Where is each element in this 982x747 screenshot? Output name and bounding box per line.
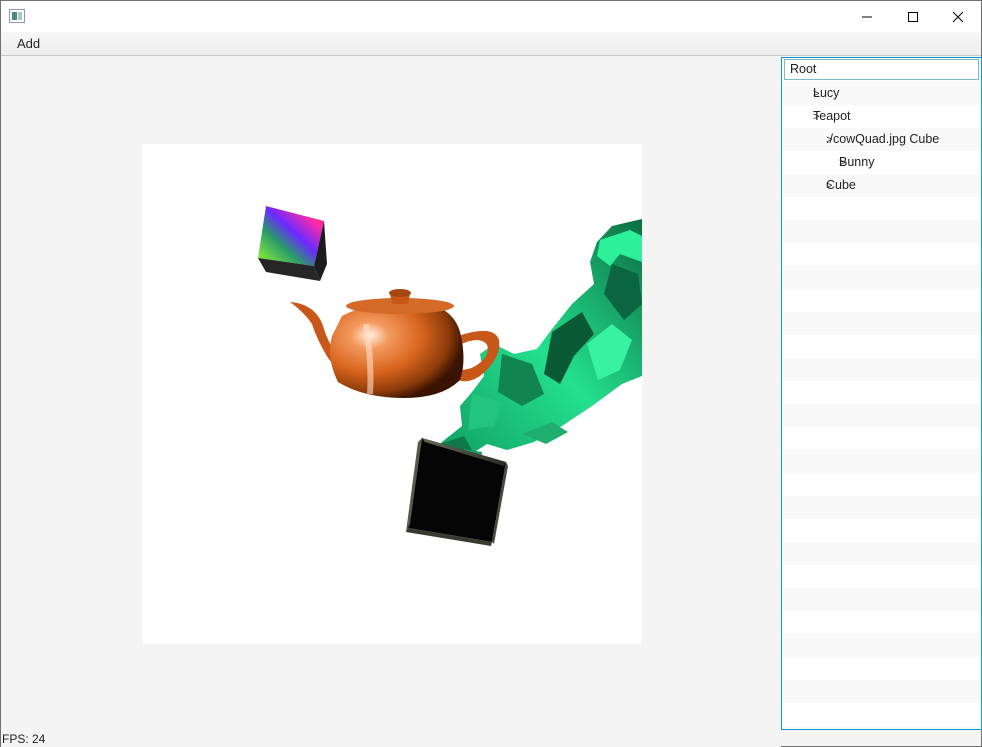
tree-item-label: Teapot: [813, 109, 851, 123]
expand-arrow-icon[interactable]: >: [782, 106, 819, 129]
title-bar[interactable]: [1, 1, 981, 32]
scene-render: [258, 206, 642, 546]
tree-empty-row: [782, 197, 981, 220]
tree-item-teapot[interactable]: >Teapot: [782, 105, 981, 128]
fps-counter: FPS: 24: [2, 732, 46, 746]
tree-empty-row: [782, 427, 981, 450]
cow-textured-cube: [406, 438, 508, 546]
expand-arrow-icon[interactable]: >: [782, 129, 832, 152]
expand-arrow-icon[interactable]: >: [782, 83, 819, 106]
tree-item-cube[interactable]: >Cube: [782, 174, 981, 197]
close-icon: [952, 11, 964, 22]
minimize-icon: [862, 16, 872, 17]
tree-empty-row: [782, 404, 981, 427]
tree-item-label: Lucy: [813, 86, 840, 100]
tree-empty-row: [782, 289, 981, 312]
scene-tree[interactable]: Root >Lucy >Teapot >./cowQuad.jpg Cube >…: [781, 57, 982, 730]
tree-empty-row: [782, 703, 981, 726]
tree-item-label: ./cowQuad.jpg Cube: [826, 132, 940, 146]
tree-empty-row: [782, 312, 981, 335]
tree-empty-row: [782, 381, 981, 404]
tree-empty-row: [782, 473, 981, 496]
tree-empty-row: [782, 450, 981, 473]
tree-empty-row: [782, 634, 981, 657]
rainbow-cube: [258, 206, 327, 281]
tree-empty-row: [782, 358, 981, 381]
tree-empty-row: [782, 542, 981, 565]
maximize-button[interactable]: [890, 1, 936, 32]
menu-add[interactable]: Add: [9, 34, 48, 54]
expand-arrow-icon[interactable]: >: [782, 152, 845, 175]
tree-item-lucy[interactable]: >Lucy: [782, 82, 981, 105]
tree-empty-row: [782, 519, 981, 542]
tree-empty-row: [782, 220, 981, 243]
maximize-icon: [908, 11, 918, 22]
menu-bar: Add: [1, 32, 981, 56]
tree-empty-row: [782, 657, 981, 680]
3d-viewport[interactable]: [142, 144, 642, 644]
tree-empty-row: [782, 680, 981, 703]
tree-empty-row: [782, 588, 981, 611]
app-window: Add FPS: 24 Root >Lucy >Teapot >./cowQua…: [0, 0, 982, 747]
app-icon: [9, 9, 25, 23]
tree-item-label: Bunny: [839, 155, 875, 169]
tree-empty-row: [782, 611, 981, 634]
tree-item-label: Cube: [826, 178, 856, 192]
render-area: [1, 57, 781, 747]
tree-empty-row: [782, 565, 981, 588]
tree-item-cowquad-cube[interactable]: >./cowQuad.jpg Cube: [782, 128, 981, 151]
tree-item-bunny[interactable]: >Bunny: [782, 151, 981, 174]
teapot-model: [290, 289, 500, 398]
expand-arrow-icon[interactable]: >: [782, 175, 832, 198]
tree-item-label: Root: [790, 62, 817, 76]
tree-empty-row: [782, 243, 981, 266]
tree-item-root[interactable]: Root: [784, 59, 979, 80]
tree-empty-row: [782, 496, 981, 519]
tree-empty-row: [782, 335, 981, 358]
tree-empty-row: [782, 266, 981, 289]
close-button[interactable]: [935, 1, 981, 32]
minimize-button[interactable]: [844, 1, 890, 32]
tree-empty-row: [782, 726, 981, 729]
